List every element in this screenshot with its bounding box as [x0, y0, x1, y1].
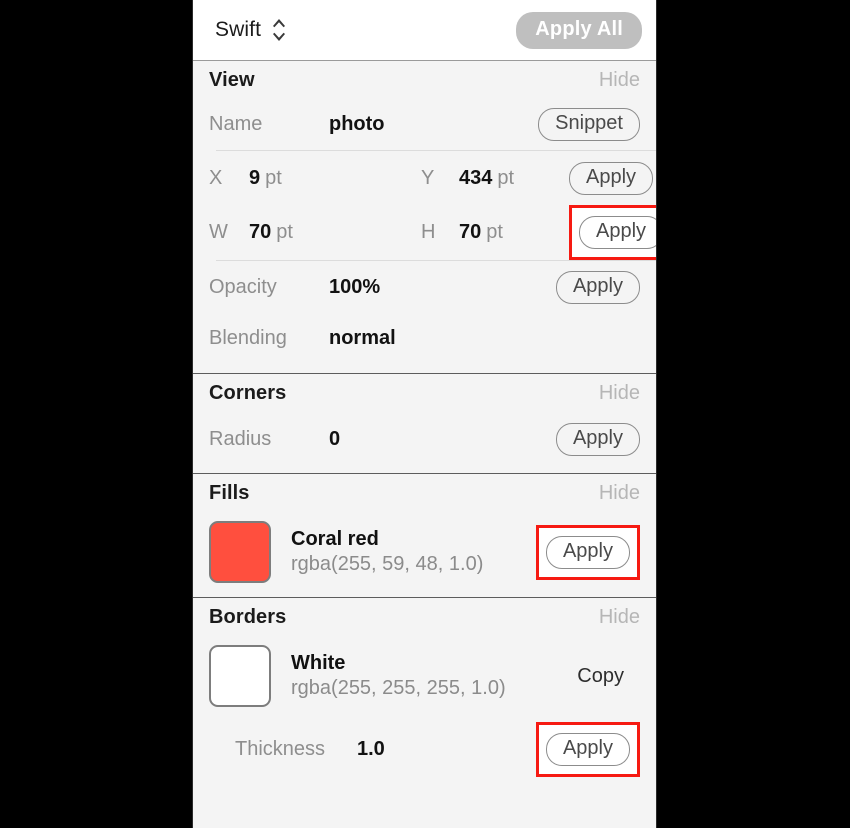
section-corners-hide-link[interactable]: Hide — [599, 382, 640, 405]
size-apply-wrap: Apply — [569, 205, 656, 260]
section-view-hide-link[interactable]: Hide — [599, 69, 640, 92]
y-value[interactable]: 434 pt — [459, 167, 569, 190]
snippet-button[interactable]: Snippet — [538, 107, 640, 141]
h-number: 70 — [459, 221, 482, 243]
y-number: 434 — [459, 166, 493, 189]
h-unit: pt — [486, 221, 503, 243]
thickness-apply-highlight: Apply — [535, 721, 640, 777]
border-color-texts: White rgba(255, 255, 255, 1.0) — [291, 652, 506, 700]
section-fills-hide-link[interactable]: Hide — [599, 482, 640, 505]
name-label: Name — [209, 112, 263, 135]
w-label: W — [209, 221, 228, 243]
opacity-label: Opacity — [209, 275, 277, 298]
section-fills-header: Fills Hide — [193, 474, 656, 511]
y-unit: pt — [497, 166, 515, 189]
section-corners: Corners Hide Radius 0 Apply — [193, 374, 656, 474]
border-color-name: White — [291, 652, 346, 674]
border-color-rgba: rgba(255, 255, 255, 1.0) — [291, 677, 506, 699]
size-apply-highlight: Apply — [569, 205, 656, 260]
border-copy-wrap: Copy — [577, 665, 640, 688]
fill-apply-button[interactable]: Apply — [545, 535, 630, 569]
border-color-swatch[interactable] — [209, 645, 271, 707]
section-corners-header: Corners Hide — [193, 374, 656, 411]
row-size: W 70 pt H 70 pt Apply — [193, 205, 656, 260]
radius-apply-button[interactable]: Apply — [555, 422, 640, 456]
view-bottom-pad — [193, 363, 656, 373]
border-copy-link[interactable]: Copy — [577, 665, 624, 688]
row-name: Name photo Snippet — [193, 98, 656, 150]
name-value[interactable]: photo — [329, 113, 385, 136]
row-thickness: Thickness 1.0 Apply — [193, 721, 656, 777]
radius-apply-wrap: Apply — [555, 422, 640, 456]
section-view: View Hide Name photo Snippet X 9 pt Y 434… — [193, 61, 656, 374]
inspector-toolbar: Swift Apply All — [193, 0, 656, 61]
opacity-apply-button[interactable]: Apply — [555, 270, 640, 304]
chevron-up-down-icon[interactable] — [271, 17, 287, 43]
thickness-value[interactable]: 1.0 — [357, 738, 385, 761]
row-radius: Radius 0 Apply — [193, 411, 656, 467]
fill-color-name: Coral red — [291, 528, 379, 550]
section-fills: Fills Hide Coral red rgba(255, 59, 48, 1… — [193, 474, 656, 598]
row-opacity: Opacity 100% Apply — [193, 261, 656, 313]
blending-label: Blending — [209, 326, 287, 349]
position-apply-wrap: Apply — [569, 161, 654, 195]
row-position: X 9 pt Y 434 pt Apply — [193, 151, 656, 205]
snippet-button-wrap: Snippet — [538, 107, 640, 141]
x-number: 9 — [249, 166, 261, 189]
section-corners-title: Corners — [209, 382, 287, 404]
row-blending: Blending normal — [193, 313, 656, 363]
size-apply-button[interactable]: Apply — [579, 216, 656, 249]
opacity-apply-wrap: Apply — [555, 270, 640, 304]
section-borders-header: Borders Hide — [193, 598, 656, 635]
fill-apply-highlight: Apply — [535, 524, 640, 580]
fill-color-rgba: rgba(255, 59, 48, 1.0) — [291, 553, 484, 575]
section-borders-hide-link[interactable]: Hide — [599, 606, 640, 629]
y-label: Y — [421, 166, 435, 189]
fill-color-row: Coral red rgba(255, 59, 48, 1.0) Apply — [193, 511, 656, 597]
language-label: Swift — [215, 18, 262, 41]
section-borders: Borders Hide White rgba(255, 255, 255, 1… — [193, 598, 656, 777]
thickness-apply-button[interactable]: Apply — [545, 732, 630, 766]
fill-color-swatch[interactable] — [209, 521, 271, 583]
section-fills-title: Fills — [209, 482, 250, 504]
fill-apply-wrap: Apply — [535, 524, 640, 580]
radius-value[interactable]: 0 — [329, 428, 340, 451]
section-view-header: View Hide — [193, 61, 656, 98]
section-view-title: View — [209, 69, 255, 91]
thickness-apply-wrap: Apply — [535, 721, 640, 777]
apply-all-button[interactable]: Apply All — [516, 11, 642, 49]
x-unit: pt — [265, 166, 282, 189]
x-label: X — [209, 166, 223, 189]
fill-color-texts: Coral red rgba(255, 59, 48, 1.0) — [291, 528, 483, 576]
border-color-row: White rgba(255, 255, 255, 1.0) Copy — [193, 635, 656, 721]
h-value[interactable]: 70 pt — [459, 221, 569, 244]
w-value[interactable]: 70 pt — [249, 221, 421, 244]
thickness-label: Thickness — [235, 737, 326, 760]
opacity-value[interactable]: 100% — [329, 276, 380, 299]
section-borders-title: Borders — [209, 606, 287, 628]
language-selector[interactable]: Swift — [215, 17, 287, 43]
blending-value[interactable]: normal — [329, 327, 396, 350]
radius-label: Radius — [209, 427, 272, 450]
screen: Swift Apply All View Hide Name photo Sni… — [0, 0, 850, 828]
inspector-panel: Swift Apply All View Hide Name photo Sni… — [192, 0, 657, 828]
h-label: H — [421, 221, 436, 243]
w-unit: pt — [276, 221, 293, 243]
corners-bottom-pad — [193, 467, 656, 473]
x-value[interactable]: 9 pt — [249, 167, 421, 190]
position-apply-button[interactable]: Apply — [569, 161, 654, 195]
w-number: 70 — [249, 221, 272, 243]
